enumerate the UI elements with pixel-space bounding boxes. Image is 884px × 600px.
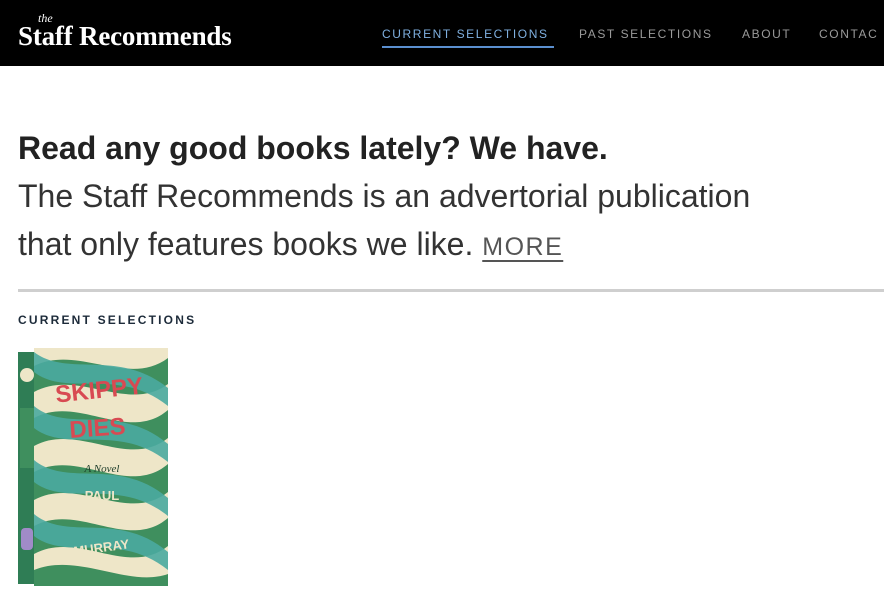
nav-contact[interactable]: CONTAC xyxy=(819,27,878,41)
intro-tagline-text: that only features books we like. xyxy=(18,226,474,262)
nav-past-selections[interactable]: PAST SELECTIONS xyxy=(579,27,713,41)
book-title-line-2: DIES xyxy=(69,413,127,444)
book-cover-skippy-dies[interactable]: SKIPPY DIES A Novel PAUL MURRAY xyxy=(18,348,170,588)
book-subtitle: A Novel xyxy=(84,463,120,475)
nav-current-selections[interactable]: CURRENT SELECTIONS xyxy=(382,27,549,41)
intro-headline: Read any good books lately? We have. xyxy=(18,130,608,166)
intro-tagline-line-1: The Staff Recommends is an advertorial p… xyxy=(18,178,751,214)
nav-active-underline xyxy=(382,46,554,48)
book-author-first: PAUL xyxy=(85,488,119,503)
logo-wordmark: Staff Recommends xyxy=(18,21,232,51)
section-divider xyxy=(18,289,884,292)
intro-tagline-line-2: that only features books we like. MORE xyxy=(18,220,884,271)
section-heading: CURRENT SELECTIONS xyxy=(18,313,197,327)
book-cover-art: SKIPPY DIES A Novel PAUL MURRAY xyxy=(18,348,168,586)
intro-block: Read any good books lately? We have. The… xyxy=(18,124,884,271)
more-link[interactable]: MORE xyxy=(482,233,563,261)
top-navigation-bar: the Staff Recommends CURRENT SELECTIONS … xyxy=(0,0,884,66)
nav-about[interactable]: ABOUT xyxy=(742,27,791,41)
